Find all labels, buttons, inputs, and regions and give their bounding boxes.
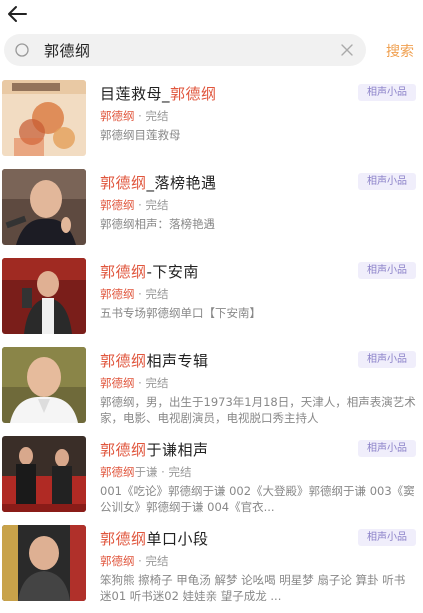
category-tag: 相声小品	[358, 173, 416, 190]
item-meta: 郭德纲 · 完结	[100, 554, 169, 568]
list-item[interactable]: 郭德纲-下安南 相声小品 郭德纲 · 完结 五书专场郭德纲单口【下安南】	[0, 256, 423, 345]
item-description: 001《吃论》郭德纲于谦 002《大登殿》郭德纲于谦 003《窦公训女》郭德纲于…	[100, 484, 415, 514]
list-item[interactable]: 郭德纲_落榜艳遇 相声小品 郭德纲 · 完结 郭德纲相声：落榜艳遇	[0, 167, 423, 256]
search-query-text: 郭德纲	[44, 42, 91, 60]
category-tag: 相声小品	[358, 440, 416, 457]
item-description: 郭德纲相声：落榜艳遇	[100, 217, 215, 231]
item-title: 郭德纲-下安南	[100, 263, 199, 281]
search-icon	[15, 43, 29, 57]
cover-thumbnail	[2, 347, 86, 423]
category-tag: 相声小品	[358, 262, 416, 279]
item-description: 郭德纲，男，出生于1973年1月18日，天津人，相声表演艺术家，电影、电视剧演员…	[100, 395, 416, 425]
item-meta: 郭德纲 · 完结	[100, 198, 169, 212]
category-tag: 相声小品	[358, 529, 416, 546]
list-item[interactable]: 郭德纲单口小段 相声小品 郭德纲 · 完结 笨狗熊 擦椅子 甲龟汤 解梦 论吆喝…	[0, 523, 423, 612]
list-item[interactable]: 郭德纲相声专辑 相声小品 郭德纲 · 完结 郭德纲，男，出生于1973年1月18…	[0, 345, 423, 434]
item-title: 郭德纲于谦相声	[100, 441, 209, 459]
cover-thumbnail	[2, 80, 86, 156]
result-list: 目莲救母_郭德纲 相声小品 郭德纲 · 完结 郭德纲目莲救母 郭德纲_落榜艳遇 …	[0, 78, 423, 612]
item-meta: 郭德纲于谦 · 完结	[100, 465, 192, 479]
item-title: 郭德纲相声专辑	[100, 352, 209, 370]
search-row: 郭德纲 搜索	[0, 34, 423, 68]
search-input[interactable]: 郭德纲	[4, 34, 366, 66]
list-item[interactable]: 目莲救母_郭德纲 相声小品 郭德纲 · 完结 郭德纲目莲救母	[0, 78, 423, 167]
search-button[interactable]: 搜索	[386, 41, 414, 61]
cover-thumbnail	[2, 258, 86, 334]
clear-icon[interactable]	[340, 43, 354, 57]
cover-thumbnail	[2, 169, 86, 245]
item-description: 笨狗熊 擦椅子 甲龟汤 解梦 论吆喝 明星梦 扇子论 算卦 听书迷01 听书迷0…	[100, 573, 406, 603]
item-meta: 郭德纲 · 完结	[100, 376, 169, 390]
item-description: 五书专场郭德纲单口【下安南】	[100, 306, 261, 320]
item-title: 郭德纲单口小段	[100, 530, 209, 548]
category-tag: 相声小品	[358, 351, 416, 368]
back-arrow-icon[interactable]	[6, 4, 28, 24]
item-meta: 郭德纲 · 完结	[100, 109, 169, 123]
item-title: 郭德纲_落榜艳遇	[100, 174, 217, 192]
item-description: 郭德纲目莲救母	[100, 128, 181, 142]
cover-thumbnail	[2, 525, 86, 601]
item-meta: 郭德纲 · 完结	[100, 287, 169, 301]
item-title: 目莲救母_郭德纲	[100, 85, 217, 103]
category-tag: 相声小品	[358, 84, 416, 101]
top-bar	[0, 0, 423, 30]
cover-thumbnail	[2, 436, 86, 512]
list-item[interactable]: 郭德纲于谦相声 相声小品 郭德纲于谦 · 完结 001《吃论》郭德纲于谦 002…	[0, 434, 423, 523]
